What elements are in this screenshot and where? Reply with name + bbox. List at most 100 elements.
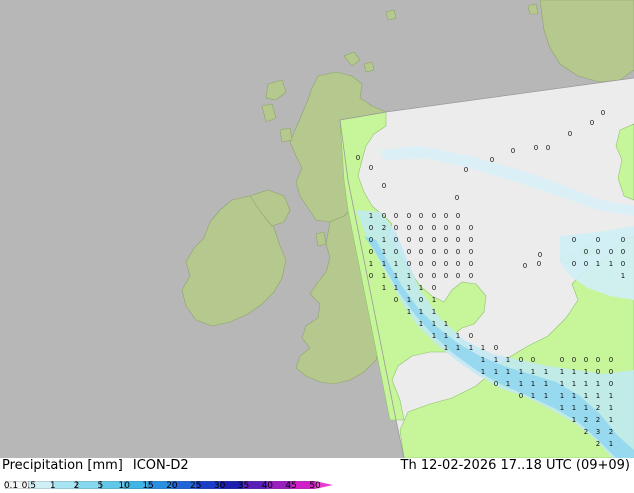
precip-value-label: 1 [544, 392, 548, 400]
precip-value-label: 0 [609, 368, 613, 376]
precip-value-label: 0 [584, 260, 588, 268]
precip-value-label: 0 [407, 260, 411, 268]
legend-title: Precipitation [mm] [2, 458, 123, 473]
precip-value-label: 1 [560, 368, 564, 376]
precip-value-label: 1 [572, 416, 576, 424]
precip-value-label: 1 [407, 308, 411, 316]
precip-value-label: 0 [519, 356, 523, 364]
precip-value-label: 1 [382, 284, 386, 292]
model-name: ICON-D2 [132, 458, 189, 473]
precip-value-label: 0 [444, 236, 448, 244]
precip-value-label: 1 [382, 236, 386, 244]
precip-value-label: 0 [444, 272, 448, 280]
precip-value-label: 1 [506, 356, 510, 364]
precip-value-label: 1 [369, 212, 373, 220]
precip-value-label: 1 [572, 380, 576, 388]
precip-value-label: 1 [609, 392, 613, 400]
precip-value-label: 1 [572, 404, 576, 412]
precip-value-label: 0 [511, 147, 515, 155]
precip-value-label: 0 [568, 130, 572, 138]
precip-value-label: 1 [609, 404, 613, 412]
precip-value-label: 1 [609, 440, 613, 448]
precip-value-label: 0 [369, 272, 373, 280]
precip-value-label: 0 [538, 251, 542, 259]
precip-value-label: 1 [572, 368, 576, 376]
precip-value-label: 1 [444, 344, 448, 352]
precip-value-label: 1 [481, 368, 485, 376]
precip-value-label: 0 [469, 224, 473, 232]
precip-value-label: 0 [469, 248, 473, 256]
precip-value-label: 1 [560, 392, 564, 400]
precip-value-label: 1 [432, 296, 436, 304]
precip-value-label: 0 [494, 344, 498, 352]
precip-value-label: 0 [444, 224, 448, 232]
precip-value-label: 0 [432, 224, 436, 232]
precip-value-label: 1 [596, 260, 600, 268]
precip-value-label: 0 [407, 248, 411, 256]
map-area[interactable]: 0001000000002000000001000000000001000000… [0, 0, 634, 458]
precip-value-label: 1 [531, 380, 535, 388]
precip-value-label: 1 [394, 260, 398, 268]
precip-value-label: 2 [584, 416, 588, 424]
precip-value-label: 0 [419, 236, 423, 244]
precip-value-label: 0 [456, 260, 460, 268]
precip-value-label: 1 [519, 380, 523, 388]
precip-value-label: 0 [494, 380, 498, 388]
forecast-timestamp: Th 12-02-2026 17..18 UTC (09+09) [400, 458, 631, 473]
precip-value-label: 0 [456, 248, 460, 256]
precip-value-label: 0 [590, 119, 594, 127]
precip-value-label: 0 [596, 356, 600, 364]
precip-value-label: 0 [407, 236, 411, 244]
precip-value-label: 1 [609, 260, 613, 268]
precip-value-label: 0 [394, 248, 398, 256]
precip-value-label: 1 [584, 392, 588, 400]
precip-value-label: 0 [432, 284, 436, 292]
precip-value-label: 0 [382, 182, 386, 190]
precip-value-label: 0 [456, 236, 460, 244]
precip-value-label: 1 [596, 380, 600, 388]
precip-value-label: 0 [444, 212, 448, 220]
precip-value-label: 0 [394, 296, 398, 304]
precip-value-label: 0 [419, 212, 423, 220]
precip-value-label: 1 [531, 392, 535, 400]
precip-value-label: 1 [394, 284, 398, 292]
precip-value-label: 2 [609, 428, 613, 436]
precip-value-label: 1 [519, 368, 523, 376]
precip-value-label: 0 [394, 224, 398, 232]
precip-value-label: 1 [432, 320, 436, 328]
precip-value-label: 1 [456, 344, 460, 352]
precip-value-label: 1 [419, 284, 423, 292]
precip-value-label: 0 [537, 260, 541, 268]
precip-value-label: 1 [494, 368, 498, 376]
precip-value-label: 0 [432, 212, 436, 220]
precip-value-label: 0 [456, 224, 460, 232]
precip-value-label: 1 [419, 308, 423, 316]
precip-value-label: 0 [609, 356, 613, 364]
map-canvas: 0001 0 0 0 0 0 0 00 2 0 0 0 0 0 0 00 1 0 0 0 0 0 0 0 0 0 00 1 0 0 0 0 0 0… [0, 0, 634, 458]
precip-value-label: 1 [506, 368, 510, 376]
precip-value-label: 0 [546, 144, 550, 152]
precip-value-label: 0 [456, 272, 460, 280]
precip-value-label: 0 [444, 248, 448, 256]
precip-value-label: 0 [394, 236, 398, 244]
precip-value-label: 0 [407, 224, 411, 232]
precip-value-label: 0 [490, 156, 494, 164]
precip-value-label: 0 [609, 380, 613, 388]
precip-value-label: 1 [560, 380, 564, 388]
precip-value-label: 0 [469, 236, 473, 244]
precip-value-label: 0 [456, 212, 460, 220]
precip-value-label: 0 [419, 248, 423, 256]
precip-value-label: 1 [432, 308, 436, 316]
precip-value-label: 0 [572, 236, 576, 244]
precip-value-label: 1 [456, 332, 460, 340]
precip-value-label: 0 [369, 164, 373, 172]
precip-value-label: 1 [382, 260, 386, 268]
precip-value-label: 0 [596, 236, 600, 244]
precip-value-label: 0 [419, 224, 423, 232]
precip-value-label: 0 [432, 260, 436, 268]
precip-value-label: 1 [481, 344, 485, 352]
precip-value-label: 2 [596, 404, 600, 412]
precip-value-label: 0 [369, 224, 373, 232]
precip-value-label: 0 [369, 236, 373, 244]
precip-value-label: 0 [621, 260, 625, 268]
